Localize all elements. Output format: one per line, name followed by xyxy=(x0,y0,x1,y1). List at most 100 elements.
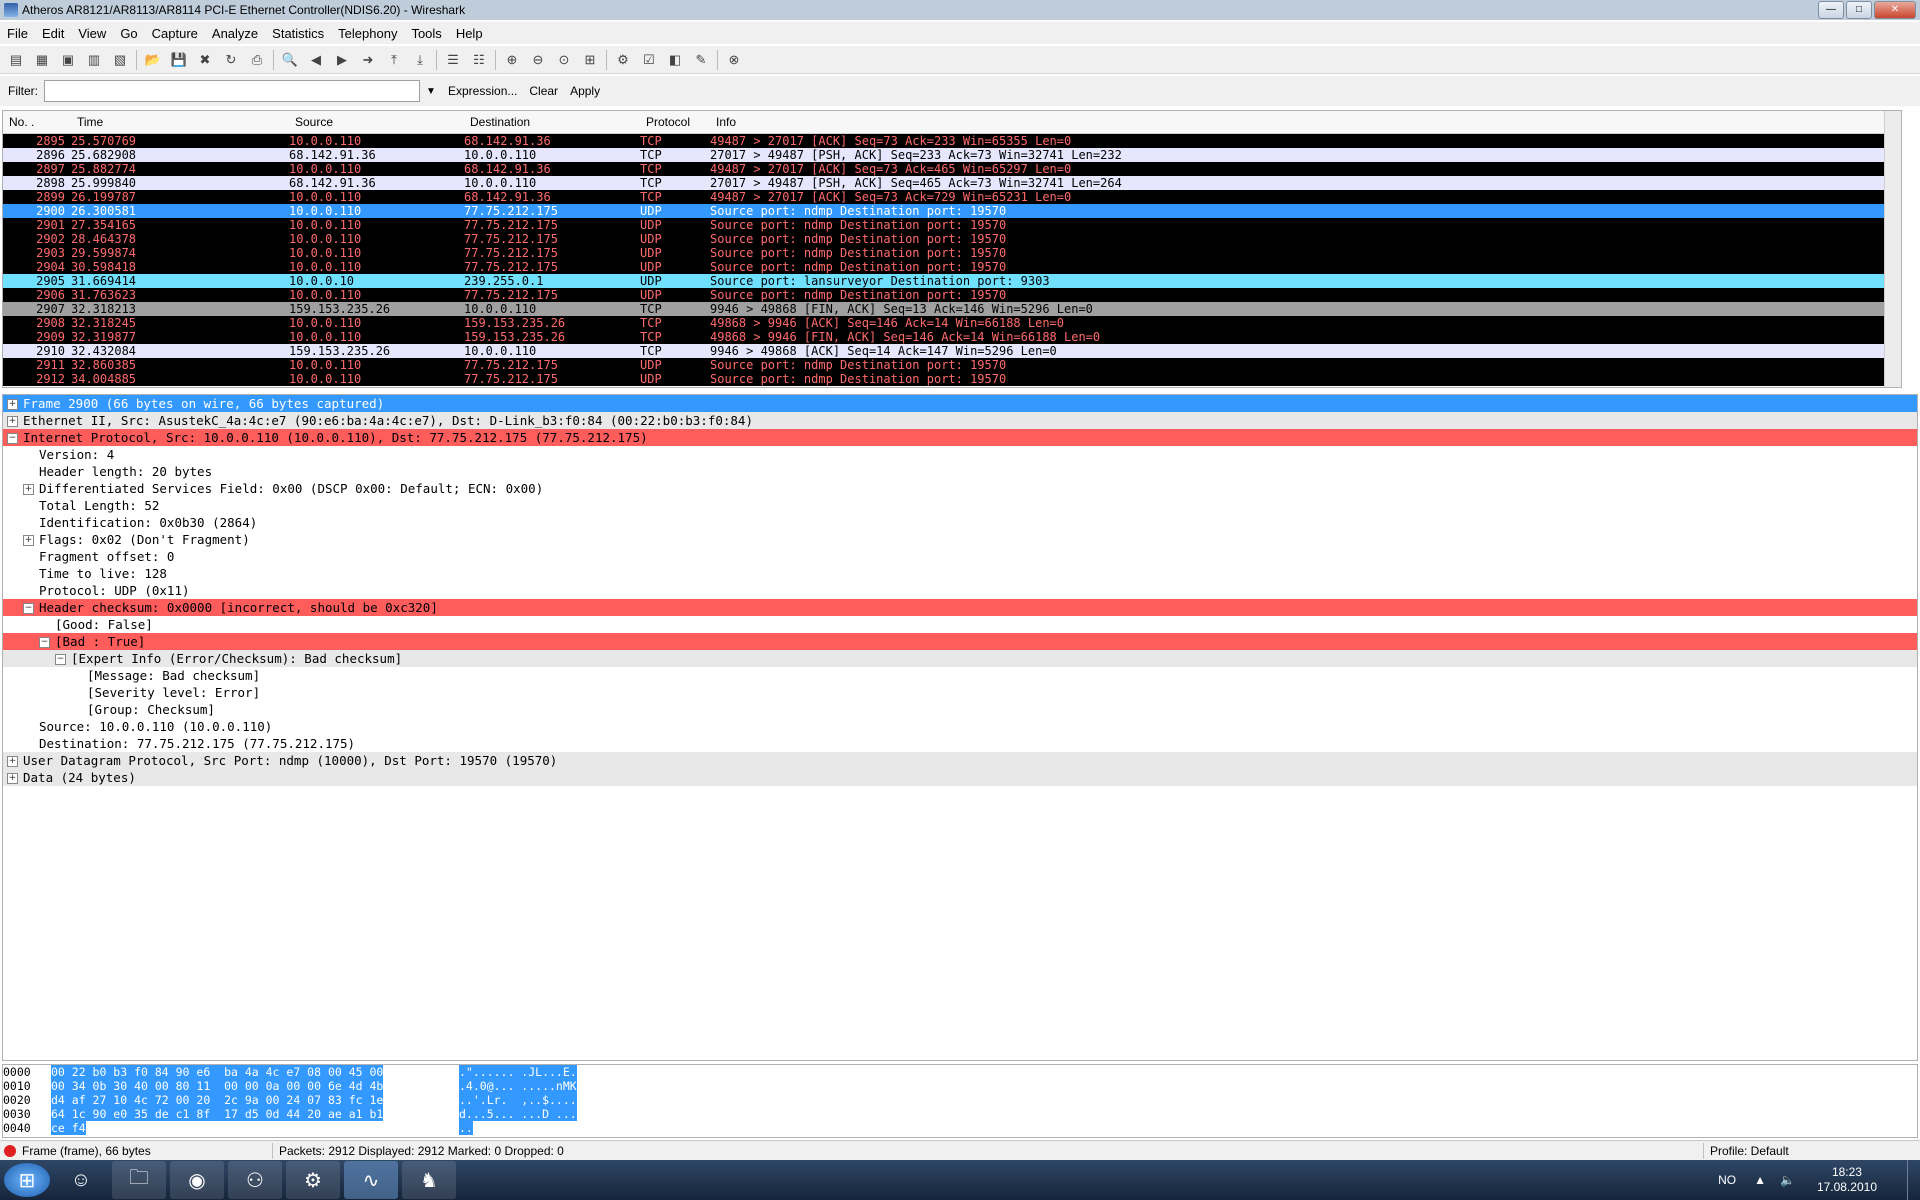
packet-row[interactable]: 2905 31.669414 10.0.0.10 239.255.0.1 UDP Sour… xyxy=(3,274,1901,288)
menu-edit[interactable]: Edit xyxy=(35,26,71,41)
taskbar-messenger-icon[interactable]: ☺ xyxy=(54,1161,108,1199)
detail-row[interactable]: − Header checksum: 0x0000 [incorrect, sho… xyxy=(3,599,1917,616)
detail-row[interactable]: + User Datagram Protocol, Src Port: ndmp … xyxy=(3,752,1917,769)
packet-row[interactable]: 2904 30.598418 10.0.0.110 77.75.212.175 UDP S… xyxy=(3,260,1901,274)
go-forward-icon[interactable]: ▶ xyxy=(332,50,352,70)
filter-dropdown-icon[interactable]: ▼ xyxy=(422,86,440,97)
detail-row[interactable]: − [Expert Info (Error/Checksum): Bad chec… xyxy=(3,650,1917,667)
zoom-normal-icon[interactable]: ⊙ xyxy=(554,50,574,70)
detail-row[interactable]: Identification: 0x0b30 (2864) xyxy=(3,514,1917,531)
packet-row[interactable]: 2902 28.464378 10.0.0.110 77.75.212.175 UDP S… xyxy=(3,232,1901,246)
hex-bytes[interactable]: 00 22 b0 b3 f0 84 90 e6 ba 4a 4c e7 08 0… xyxy=(51,1065,384,1079)
expand-icon[interactable]: + xyxy=(23,535,34,546)
column-header-time[interactable]: Time xyxy=(71,115,289,129)
expand-icon[interactable]: + xyxy=(7,416,18,427)
packet-row[interactable]: 2911 32.860385 10.0.0.110 77.75.212.175 UDP S… xyxy=(3,358,1901,372)
taskbar-network-icon[interactable]: ⚇ xyxy=(228,1161,282,1199)
packet-row[interactable]: 2896 25.682908 68.142.91.36 10.0.0.110 TCP 27… xyxy=(3,148,1901,162)
capture-filters-icon[interactable]: ⚙ xyxy=(613,50,633,70)
detail-row[interactable]: Header length: 20 bytes xyxy=(3,463,1917,480)
detail-row[interactable]: + Data (24 bytes) xyxy=(3,769,1917,786)
taskbar-firefox-icon[interactable]: ◉ xyxy=(170,1161,224,1199)
menu-analyze[interactable]: Analyze xyxy=(205,26,265,41)
resize-columns-icon[interactable]: ⊞ xyxy=(580,50,600,70)
open-icon[interactable]: 📂 xyxy=(143,50,163,70)
hex-bytes[interactable]: 00 34 0b 30 40 00 80 11 00 00 0a 00 00 6… xyxy=(51,1079,384,1093)
detail-row[interactable]: Fragment offset: 0 xyxy=(3,548,1917,565)
start-capture-icon[interactable]: ▣ xyxy=(58,50,78,70)
clear-button[interactable]: Clear xyxy=(529,84,558,98)
zoom-in-icon[interactable]: ⊕ xyxy=(502,50,522,70)
clock[interactable]: 18:23 17.08.2010 xyxy=(1817,1165,1877,1195)
stop-capture-icon[interactable]: ▥ xyxy=(84,50,104,70)
display-filters-icon[interactable]: ☑ xyxy=(639,50,659,70)
filter-input[interactable] xyxy=(44,80,420,102)
show-desktop-button[interactable] xyxy=(1907,1160,1920,1200)
maximize-button[interactable]: □ xyxy=(1846,1,1872,19)
detail-row[interactable]: + Differentiated Services Field: 0x00 (DS… xyxy=(3,480,1917,497)
find-icon[interactable]: 🔍 xyxy=(280,50,300,70)
taskbar-explorer-icon[interactable]: 🗀 xyxy=(112,1161,166,1199)
menu-tools[interactable]: Tools xyxy=(404,26,448,41)
packet-row[interactable]: 2909 32.319877 10.0.0.110 159.153.235.26 TCP… xyxy=(3,330,1901,344)
packet-row[interactable]: 2910 32.432084 159.153.235.26 10.0.0.110 TCP… xyxy=(3,344,1901,358)
coloring-rules-icon[interactable]: ◧ xyxy=(665,50,685,70)
collapse-icon[interactable]: − xyxy=(55,654,66,665)
column-header-no[interactable]: No. . xyxy=(3,115,71,129)
packet-row[interactable]: 2907 32.318213 159.153.235.26 10.0.0.110 TCP… xyxy=(3,302,1901,316)
reload-icon[interactable]: ↻ xyxy=(221,50,241,70)
column-header-protocol[interactable]: Protocol xyxy=(640,115,710,129)
collapse-icon[interactable]: − xyxy=(7,433,18,444)
expand-icon[interactable]: + xyxy=(7,399,18,410)
detail-row[interactable]: Version: 4 xyxy=(3,446,1917,463)
capture-options-icon[interactable]: ▦ xyxy=(32,50,52,70)
taskbar-wireshark-icon[interactable]: ∿ xyxy=(344,1161,398,1199)
menu-help[interactable]: Help xyxy=(449,26,490,41)
close-button[interactable]: ✕ xyxy=(1874,1,1916,19)
packet-details-pane[interactable]: + Frame 2900 (66 bytes on wire, 66 bytes … xyxy=(2,394,1918,1061)
colorize-icon[interactable]: ☰ xyxy=(443,50,463,70)
close-file-icon[interactable]: ✖ xyxy=(195,50,215,70)
menu-telephony[interactable]: Telephony xyxy=(331,26,404,41)
hex-ascii[interactable]: ."...... .JL...E. xyxy=(459,1065,577,1079)
expand-icon[interactable]: + xyxy=(7,756,18,767)
go-back-icon[interactable]: ◀ xyxy=(306,50,326,70)
minimize-button[interactable]: — xyxy=(1818,1,1844,19)
packet-row[interactable]: 2906 31.763623 10.0.0.110 77.75.212.175 UDP S… xyxy=(3,288,1901,302)
packet-list-scrollbar[interactable] xyxy=(1884,111,1901,387)
restart-capture-icon[interactable]: ▧ xyxy=(110,50,130,70)
go-first-icon[interactable]: ⤒ xyxy=(384,50,404,70)
detail-row[interactable]: [Good: False] xyxy=(3,616,1917,633)
menu-capture[interactable]: Capture xyxy=(145,26,205,41)
expert-status-icon[interactable] xyxy=(4,1145,16,1157)
go-last-icon[interactable]: ⤓ xyxy=(410,50,430,70)
hex-ascii[interactable]: d...5... ...D ... xyxy=(459,1107,577,1121)
detail-row[interactable]: + Frame 2900 (66 bytes on wire, 66 bytes … xyxy=(3,395,1917,412)
detail-row[interactable]: Time to live: 128 xyxy=(3,565,1917,582)
expression-button[interactable]: Expression... xyxy=(448,84,517,98)
status-profile[interactable]: Profile: Default xyxy=(1710,1144,1920,1158)
detail-row[interactable]: [Message: Bad checksum] xyxy=(3,667,1917,684)
preferences-icon[interactable]: ✎ xyxy=(691,50,711,70)
collapse-icon[interactable]: − xyxy=(23,603,34,614)
go-to-packet-icon[interactable]: ➜ xyxy=(358,50,378,70)
hex-bytes[interactable]: d4 af 27 10 4c 72 00 20 2c 9a 00 24 07 8… xyxy=(51,1093,384,1107)
apply-button[interactable]: Apply xyxy=(570,84,600,98)
zoom-out-icon[interactable]: ⊖ xyxy=(528,50,548,70)
detail-row[interactable]: [Group: Checksum] xyxy=(3,701,1917,718)
hex-ascii[interactable]: .4.0@... .....nMK xyxy=(459,1079,577,1093)
packet-bytes-pane[interactable]: 0000 00 22 b0 b3 f0 84 90 e6 ba 4a 4c e7 … xyxy=(2,1064,1918,1138)
taskbar-game-icon[interactable]: ♞ xyxy=(402,1161,456,1199)
menu-go[interactable]: Go xyxy=(113,26,144,41)
detail-row[interactable]: Source: 10.0.0.110 (10.0.0.110) xyxy=(3,718,1917,735)
expand-icon[interactable]: + xyxy=(23,484,34,495)
start-button[interactable]: ⊞ xyxy=(4,1163,50,1197)
detail-row[interactable]: + Flags: 0x02 (Don't Fragment) xyxy=(3,531,1917,548)
collapse-icon[interactable]: − xyxy=(39,637,50,648)
column-header-source[interactable]: Source xyxy=(289,115,464,129)
help-icon[interactable]: ⊗ xyxy=(724,50,744,70)
packet-row[interactable]: 2895 25.570769 10.0.0.110 68.142.91.36 TCP 49… xyxy=(3,134,1901,148)
volume-icon[interactable]: 🔈 xyxy=(1780,1173,1795,1187)
detail-row[interactable]: − Internet Protocol, Src: 10.0.0.110 (10.… xyxy=(3,429,1917,446)
menu-view[interactable]: View xyxy=(71,26,113,41)
